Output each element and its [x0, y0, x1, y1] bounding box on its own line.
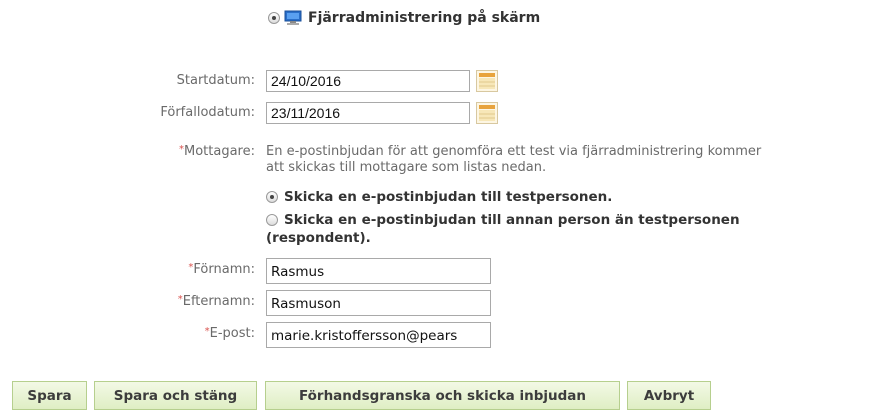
recipient-label: Mottagare:	[184, 144, 255, 159]
first-name-label-row: *Förnamn:	[0, 262, 255, 277]
invite-testperson-label: Skicka en e-postinbjudan till testperson…	[284, 189, 613, 205]
invite-testperson-radio[interactable]	[266, 191, 278, 203]
calendar-icon[interactable]	[476, 70, 498, 92]
last-name-input[interactable]: Rasmuson	[266, 290, 491, 316]
monitor-icon	[284, 10, 302, 25]
start-date-input[interactable]: 24/10/2016	[266, 70, 470, 92]
invite-respondent-label-line1: Skicka en e-postinbjudan till annan pers…	[284, 212, 740, 228]
last-name-label-row: *Efternamn:	[0, 294, 255, 309]
recipient-label-row: *Mottagare:	[0, 144, 255, 159]
due-date-label: Förfallodatum:	[160, 105, 255, 120]
remote-admin-option[interactable]: Fjärradministrering på skärm	[268, 10, 540, 26]
remote-admin-radio[interactable]	[268, 12, 280, 24]
invite-respondent-label-line2: (respondent).	[266, 230, 371, 246]
email-label: E-post:	[209, 326, 255, 341]
cancel-button[interactable]: Avbryt	[627, 381, 711, 410]
save-button[interactable]: Spara	[12, 381, 87, 410]
invite-option-respondent[interactable]: Skicka en e-postinbjudan till annan pers…	[266, 211, 740, 247]
email-label-row: *E-post:	[0, 326, 255, 341]
calendar-icon[interactable]	[476, 102, 498, 124]
invite-option-testperson[interactable]: Skicka en e-postinbjudan till testperson…	[266, 188, 612, 206]
save-close-button[interactable]: Spara och stäng	[94, 381, 257, 410]
due-date-input[interactable]: 23/11/2016	[266, 102, 470, 124]
start-date-label: Startdatum:	[176, 73, 255, 88]
first-name-input[interactable]: Rasmus	[266, 258, 491, 284]
email-input[interactable]: marie.kristoffersson@pears	[266, 322, 491, 348]
remote-admin-label: Fjärradministrering på skärm	[308, 10, 541, 26]
recipient-message: En e-postinbjudan för att genomföra ett …	[266, 144, 866, 176]
preview-send-button[interactable]: Förhandsgranska och skicka inbjudan	[265, 381, 620, 410]
invite-respondent-radio[interactable]	[266, 214, 278, 226]
recipient-message-line1: En e-postinbjudan för att genomföra ett …	[266, 144, 762, 159]
last-name-label: Efternamn:	[182, 294, 255, 309]
first-name-label: Förnamn:	[193, 262, 255, 277]
recipient-message-line2: att skickas till mottagare som listas ne…	[266, 160, 547, 175]
